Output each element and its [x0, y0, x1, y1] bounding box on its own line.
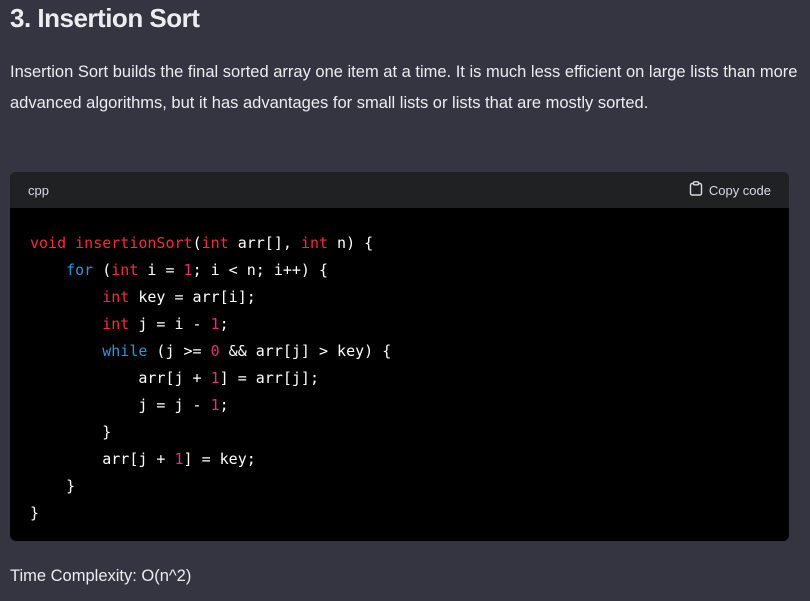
- code-line: }: [30, 473, 769, 500]
- code-block: cpp Copy code void insertionSort(int arr…: [10, 172, 789, 541]
- code-token: }: [30, 504, 40, 522]
- code-token: 1: [183, 261, 193, 279]
- code-token: insertionSort: [75, 234, 193, 252]
- code-token: arr[],: [228, 234, 301, 252]
- clipboard-icon: [689, 181, 703, 199]
- code-token: j = j -: [30, 396, 211, 414]
- code-token: (: [93, 261, 112, 279]
- code-token: }: [30, 423, 112, 441]
- code-token: }: [30, 477, 76, 495]
- code-token: && arr[j] > key) {: [219, 342, 392, 360]
- code-header: cpp Copy code: [10, 172, 789, 208]
- code-token: (: [192, 234, 202, 252]
- code-token: ;: [219, 396, 229, 414]
- copy-code-button[interactable]: Copy code: [689, 181, 771, 199]
- code-line: }: [30, 500, 769, 527]
- code-token: key = arr[i];: [129, 288, 256, 306]
- code-token: while: [102, 342, 148, 360]
- copy-code-label: Copy code: [708, 182, 771, 198]
- description-paragraph: Insertion Sort builds the final sorted a…: [10, 63, 798, 112]
- code-token: int: [201, 234, 229, 252]
- code-token: int: [300, 234, 329, 252]
- code-line: int j = i - 1;: [30, 311, 769, 338]
- code-line: for (int i = 1; i < n; i++) {: [30, 257, 769, 284]
- code-token: ;: [219, 315, 229, 333]
- code-token: n) {: [328, 234, 374, 252]
- code-content: void insertionSort(int arr[], int n) { f…: [10, 208, 789, 527]
- code-line: void insertionSort(int arr[], int n) {: [30, 230, 769, 257]
- section-heading: 3. Insertion Sort: [10, 3, 200, 33]
- code-token: int: [111, 261, 139, 279]
- code-token: ] = arr[j];: [219, 369, 319, 387]
- code-token: ] = key;: [183, 450, 256, 468]
- time-complexity-text: Time Complexity: O(n^2): [10, 567, 192, 585]
- code-language-label: cpp: [28, 182, 49, 198]
- code-token: 1: [210, 396, 220, 414]
- code-line: arr[j + 1] = arr[j];: [30, 365, 769, 392]
- code-token: 0: [210, 342, 220, 360]
- code-line: arr[j + 1] = key;: [30, 446, 769, 473]
- code-token: (j >=: [147, 342, 211, 360]
- code-token: arr[j +: [30, 450, 175, 468]
- code-line: }: [30, 419, 769, 446]
- code-line: j = j - 1;: [30, 392, 769, 419]
- code-token: void: [30, 234, 67, 252]
- code-line: while (j >= 0 && arr[j] > key) {: [30, 338, 769, 365]
- code-token: ; i < n; i++) {: [192, 261, 329, 279]
- code-token: i =: [138, 261, 184, 279]
- code-token: for: [66, 261, 94, 279]
- code-token: int: [102, 288, 130, 306]
- code-token: int: [102, 315, 130, 333]
- code-token: 1: [210, 369, 220, 387]
- code-token: j = i -: [129, 315, 211, 333]
- code-line: int key = arr[i];: [30, 284, 769, 311]
- code-token: 1: [174, 450, 184, 468]
- code-token: arr[j +: [30, 369, 211, 387]
- code-token: 1: [210, 315, 220, 333]
